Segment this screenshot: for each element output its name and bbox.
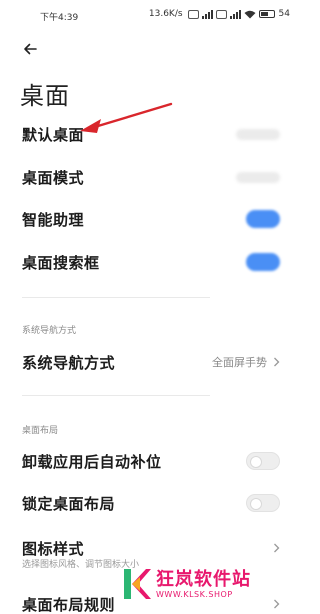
blurred-value (236, 171, 280, 183)
battery-icon (258, 10, 275, 18)
watermark-title: 狂岚软件站 (156, 568, 251, 590)
chevron-right-icon (274, 599, 280, 609)
row-label: 默认桌面 (22, 125, 85, 144)
wifi-icon (244, 10, 256, 18)
navigation-mode-row[interactable]: 系统导航方式 全面屏手势 (22, 350, 280, 374)
status-icons: 13.6K/s 54 (149, 9, 290, 19)
desktop-search-row[interactable]: 桌面搜索框 (22, 250, 280, 274)
status-time: 下午4:39 (40, 13, 79, 23)
chevron-right-icon (274, 543, 280, 553)
blurred-value (236, 128, 280, 140)
row-value (236, 171, 280, 183)
settings-page: 下午4:39 13.6K/s 54 桌面 默认桌面 桌面模式 智能助理 桌面搜索… (0, 0, 300, 614)
section-heading-layout: 桌面布局 (22, 426, 59, 436)
back-arrow-icon[interactable] (22, 41, 38, 57)
signal-icon (201, 9, 213, 19)
row-label: 智能助理 (22, 210, 85, 229)
default-launcher-row[interactable]: 默认桌面 (22, 122, 280, 146)
lock-layout-row[interactable]: 锁定桌面布局 (22, 491, 280, 515)
battery-percent: 54 (278, 9, 290, 19)
row-label: 桌面模式 (22, 168, 85, 187)
watermark: 狂岚软件站 WWW.KLSK.SHOP (122, 567, 251, 601)
row-value (236, 128, 280, 140)
row-label: 卸载应用后自动补位 (22, 452, 162, 471)
lock-layout-toggle[interactable] (246, 494, 280, 512)
page-title: 桌面 (20, 82, 70, 110)
launcher-mode-row[interactable]: 桌面模式 (22, 165, 280, 189)
chevron-right-icon (274, 357, 280, 367)
row-label: 锁定桌面布局 (22, 494, 116, 513)
divider (22, 297, 210, 298)
auto-fill-row[interactable]: 卸载应用后自动补位 (22, 449, 280, 473)
signal-icon-2 (229, 9, 241, 19)
section-heading-navigation: 系统导航方式 (22, 326, 77, 336)
desktop-search-toggle[interactable] (246, 253, 280, 271)
auto-fill-toggle[interactable] (246, 452, 280, 470)
hd-icon-2 (215, 9, 227, 19)
row-label: 图标样式 (22, 539, 85, 558)
hd-icon (187, 9, 199, 19)
row-label: 桌面搜索框 (22, 253, 100, 272)
row-value: 全面屏手势 (212, 354, 280, 370)
watermark-text: 狂岚软件站 WWW.KLSK.SHOP (156, 568, 251, 599)
navigation-mode-value: 全面屏手势 (212, 356, 267, 369)
smart-assistant-toggle[interactable] (246, 210, 280, 228)
smart-assistant-row[interactable]: 智能助理 (22, 207, 280, 231)
row-label: 系统导航方式 (22, 353, 116, 372)
network-speed: 13.6K/s (148, 9, 183, 19)
watermark-url: WWW.KLSK.SHOP (156, 589, 233, 599)
row-label: 桌面布局规则 (22, 595, 116, 614)
status-bar: 下午4:39 13.6K/s 54 (0, 0, 300, 30)
site-logo-icon (124, 569, 151, 599)
divider (22, 395, 210, 396)
